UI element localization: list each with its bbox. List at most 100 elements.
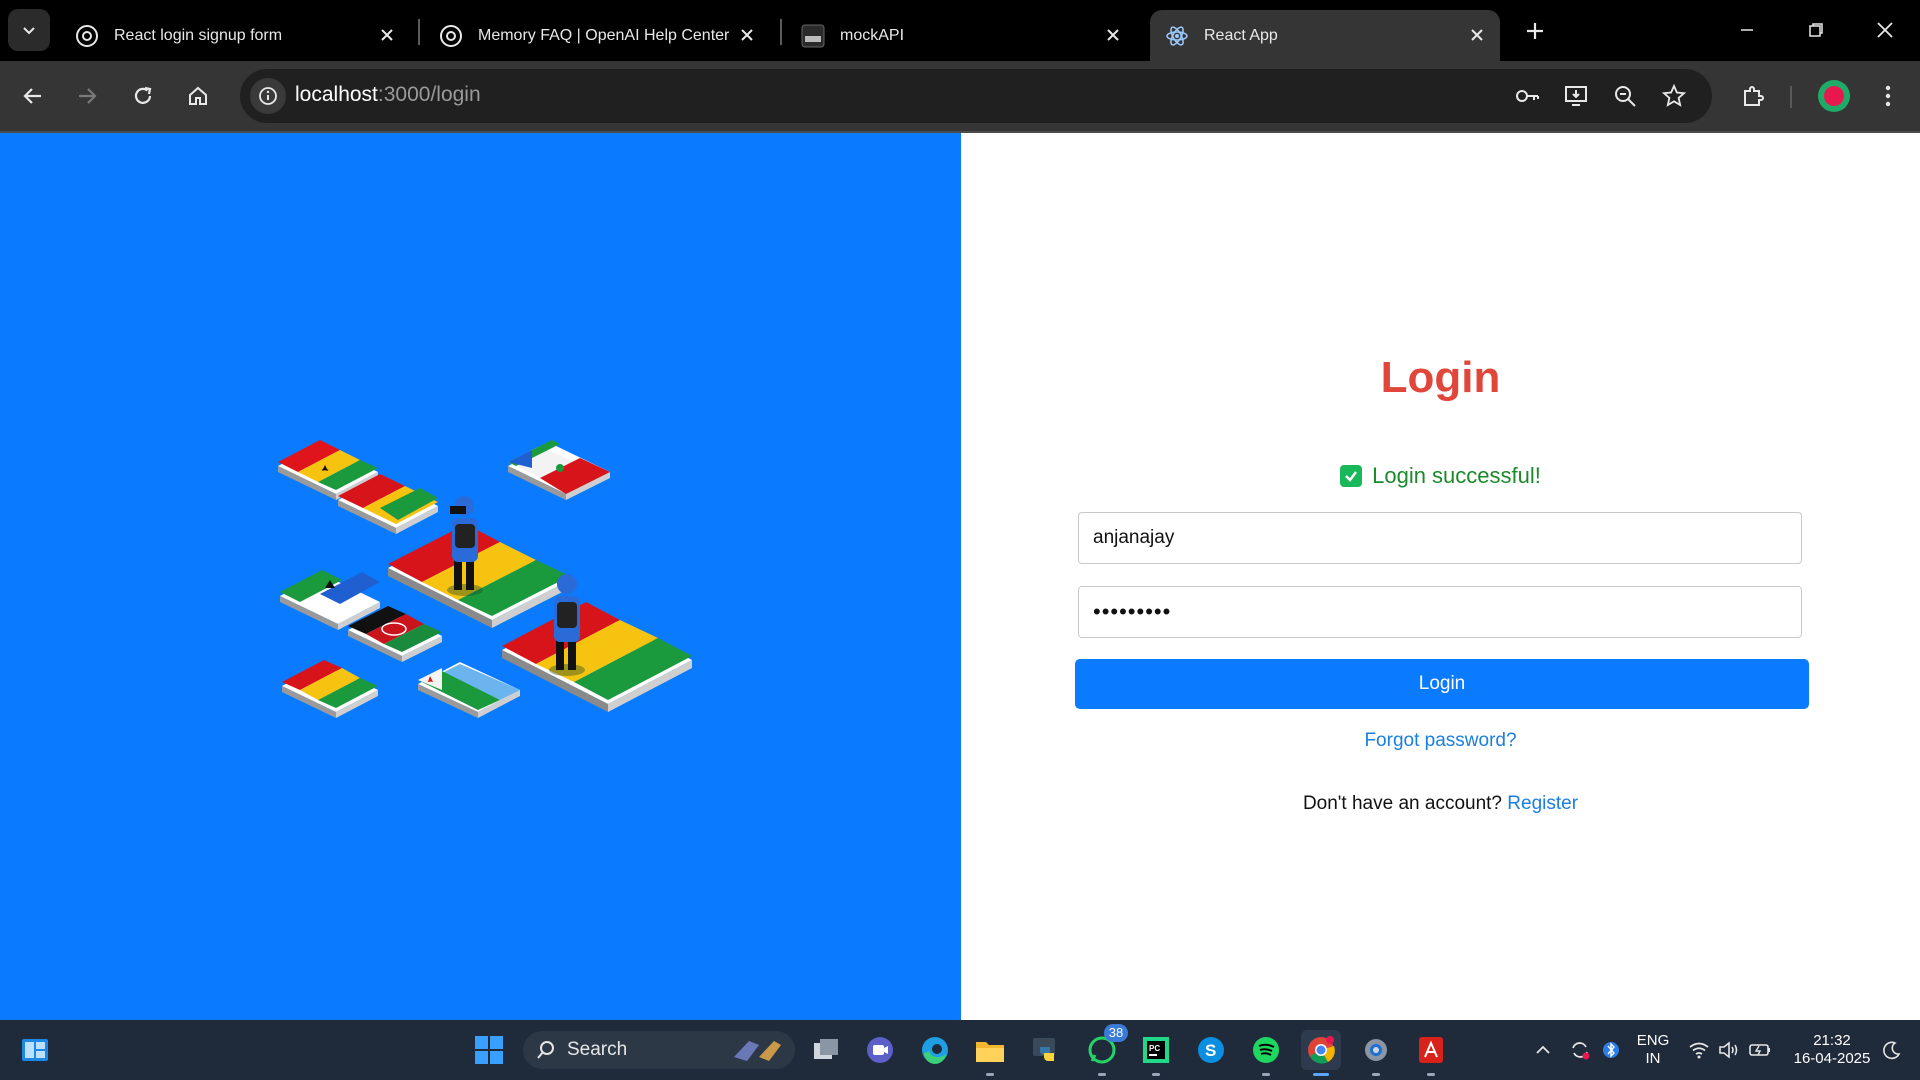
tab-title: Memory FAQ | OpenAI Help Center [478,26,730,44]
running-indicator [1372,1073,1380,1076]
minimize-button[interactable] [1724,10,1770,50]
openai-icon [74,23,100,49]
no-account-text: Don't have an account? [1302,793,1502,814]
language-line-1: ENG [1636,1032,1670,1049]
password-input[interactable]: ••••••••• [1078,586,1802,638]
running-indicator [1262,1073,1270,1076]
moon-notifications-icon[interactable] [1878,1030,1906,1070]
restore-icon [1809,23,1823,37]
task-view-icon[interactable] [806,1030,846,1070]
password-value: ••••••••• [1093,599,1172,624]
running-indicator [1313,1073,1329,1076]
close-tab-icon[interactable] [1464,22,1490,48]
check-icon [1340,465,1363,487]
clock[interactable]: 21:32 16-04-2025 [1784,1032,1880,1068]
running-indicator [1152,1073,1160,1076]
register-link[interactable]: Register [1507,793,1578,814]
start-button[interactable] [469,1030,509,1070]
tab-memory-faq[interactable]: Memory FAQ | OpenAI Help Center [424,10,770,61]
volume-icon[interactable] [1716,1030,1742,1070]
home-icon [189,86,207,105]
running-indicator [1098,1073,1106,1076]
chevron-up-icon[interactable] [1530,1030,1556,1070]
isometric-flags-soldiers-illustration [278,440,692,718]
tab-title: React login signup form [114,26,283,44]
clock-date: 16-04-2025 [1793,1050,1871,1067]
login-panel: Login Login successful! anjanajay ••••••… [961,133,1920,1020]
new-tab-button[interactable] [1518,14,1552,48]
url-text[interactable]: localhost:3000/login [295,83,481,107]
toolbar-separator [1790,86,1792,108]
openai-icon [438,23,464,49]
username-input[interactable]: anjanajay [1078,512,1802,564]
react-icon [1164,23,1190,49]
file-explorer-icon[interactable] [970,1030,1010,1076]
chrome-icon[interactable] [1301,1030,1341,1076]
url-path: :3000/login [377,83,481,106]
bookmark-star-icon[interactable] [1658,80,1690,112]
more-vertical-icon [1885,85,1891,107]
wifi-icon[interactable] [1686,1030,1712,1070]
teams-meet-icon[interactable] [860,1030,900,1070]
taskbar-search[interactable]: Search [523,1031,795,1069]
close-window-button[interactable] [1862,10,1908,50]
bluetooth-icon[interactable] [1598,1030,1624,1070]
settings-gear-icon[interactable] [1356,1030,1396,1076]
adobe-acrobat-icon[interactable] [1411,1030,1451,1076]
spotify-icon[interactable] [1246,1030,1286,1076]
site-info-icon[interactable] [250,78,286,114]
mockapi-icon [800,23,826,49]
success-text: Login successful! [1372,463,1541,488]
forgot-password-link[interactable]: Forgot password? [961,730,1920,752]
minimize-icon [1741,29,1753,31]
reload-icon [134,86,152,104]
reload-button[interactable] [124,77,162,115]
profile-avatar[interactable] [1818,80,1850,112]
illustration-panel [0,133,961,1020]
url-host: localhost [295,83,378,106]
running-indicator [1427,1073,1435,1076]
forward-button[interactable] [68,77,106,115]
screen: React login signup form Memory FAQ | Ope… [0,0,1920,1080]
pycharm-icon[interactable]: PC [1136,1030,1176,1076]
address-bar[interactable]: localhost:3000/login [240,69,1712,123]
login-button[interactable]: Login [1075,659,1809,709]
password-key-icon[interactable] [1511,80,1543,112]
svg-text:S: S [1205,1041,1216,1060]
close-icon [1877,22,1893,38]
close-tab-icon[interactable] [734,22,760,48]
battery-icon[interactable] [1746,1030,1774,1070]
whatsapp-icon[interactable]: 38 [1082,1024,1128,1076]
browser-menu-button[interactable] [1870,78,1906,114]
running-indicator [986,1073,994,1076]
close-tab-icon[interactable] [374,22,400,48]
tab-react-app[interactable]: React App [1150,10,1500,61]
home-button[interactable] [179,77,217,115]
svg-text:PC: PC [1149,1044,1160,1053]
back-button[interactable] [14,77,52,115]
close-tab-icon[interactable] [1100,22,1126,48]
extensions-button[interactable] [1735,78,1771,114]
username-value: anjanajay [1093,527,1175,548]
install-app-icon[interactable] [1560,80,1592,112]
restore-button[interactable] [1793,10,1839,50]
puzzle-icon [1744,86,1764,106]
tab-search-button[interactable] [8,9,50,51]
tab-react-login-signup-form[interactable]: React login signup form [60,10,410,61]
plus-icon [1527,23,1543,39]
chevron-down-icon [23,27,35,35]
register-prompt: Don't have an account? Register [961,793,1920,815]
arrow-right-icon [79,88,97,104]
zoom-icon[interactable] [1609,80,1641,112]
sync-icon[interactable] [1566,1030,1594,1070]
python-icon[interactable] [1025,1030,1065,1070]
language-indicator[interactable]: ENG IN [1632,1032,1674,1068]
avatar-image [1824,86,1844,106]
tab-mockapi[interactable]: mockAPI [786,10,1136,61]
web-page: Login Login successful! anjanajay ••••••… [0,133,1920,1020]
browser-toolbar: localhost:3000/login [0,61,1920,131]
widgets-icon[interactable] [15,1030,55,1070]
edge-icon[interactable] [915,1030,955,1070]
login-heading: Login [1380,353,1501,402]
skype-icon[interactable]: S [1191,1030,1231,1070]
